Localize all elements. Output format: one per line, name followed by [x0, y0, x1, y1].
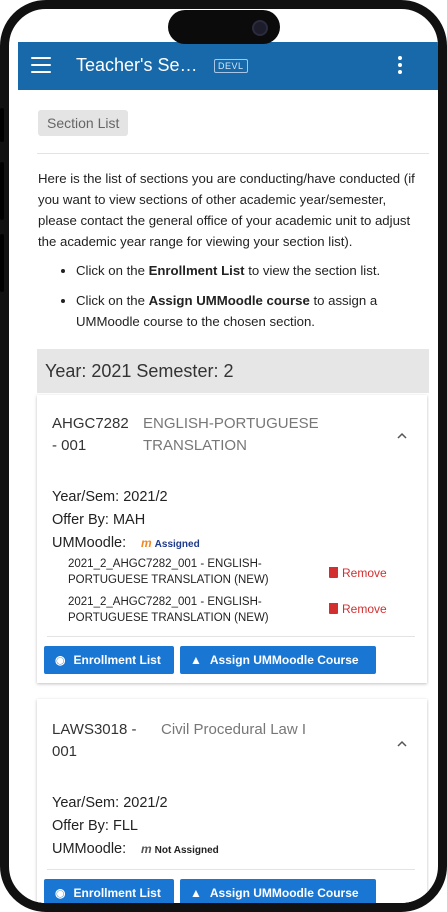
- enrollment-list-label: Enrollment List: [73, 886, 161, 900]
- ummoodle-status-text: Assigned: [154, 539, 200, 550]
- intro-text: Here is the list of sections you are con…: [38, 171, 415, 249]
- ummoodle-label: UMMoodle:: [52, 535, 127, 551]
- divider: [37, 153, 429, 154]
- offer-by-field: Offer By: MAH: [52, 512, 146, 528]
- assign-ummoodle-label: Assign UMMoodle Course: [209, 653, 359, 667]
- course-name: Civil Procedural Law I: [161, 721, 307, 738]
- remove-label: Remove: [342, 602, 387, 616]
- enrollment-list-label: Enrollment List: [73, 653, 161, 667]
- ummoodle-status-badge: m Not Assigned: [141, 842, 219, 856]
- moodle-course-entry: 2021_2_AHGC7282_001 - ENGLISH-PORTUGUESE…: [68, 596, 269, 624]
- ummoodle-label: UMMoodle:: [52, 841, 127, 857]
- ummoodle-status-badge: m Assigned: [141, 536, 200, 550]
- enrollment-list-button[interactable]: ◉ Enrollment List: [44, 879, 174, 903]
- app-title: Teacher's Se…: [76, 55, 198, 75]
- year-sem-field: Year/Sem: 2021/2: [52, 795, 168, 811]
- moodle-m-icon: m: [141, 842, 152, 856]
- course-code: LAWS3018 - 001: [52, 721, 137, 760]
- phone-frame: Teacher's Se… DEVL Section List Here is …: [0, 0, 447, 912]
- course-code: AHGC7282 - 001: [52, 415, 129, 454]
- environment-badge: DEVL: [214, 59, 248, 73]
- instruction-item: Click on the Assign UMMoodle course to a…: [76, 290, 428, 332]
- people-icon: ◉: [55, 886, 66, 900]
- moodle-m-icon: m: [141, 536, 152, 550]
- graduation-cap-icon: ▲: [190, 886, 202, 900]
- phone-side-button: [0, 162, 4, 220]
- offer-by-field: Offer By: FLL: [52, 818, 138, 834]
- card-divider: [47, 636, 415, 637]
- people-icon: ◉: [55, 653, 66, 667]
- course-name: ENGLISH-PORTUGUESE TRANSLATION: [143, 415, 319, 454]
- assign-ummoodle-label: Assign UMMoodle Course: [209, 886, 359, 900]
- assign-ummoodle-button[interactable]: ▲ Assign UMMoodle Course: [180, 646, 376, 674]
- section-card: AHGC7282 - 001 ENGLISH-PORTUGUESE TRANSL…: [37, 395, 427, 683]
- assign-ummoodle-button[interactable]: ▲ Assign UMMoodle Course: [180, 879, 376, 903]
- trash-icon: [329, 567, 338, 578]
- moodle-course-entry: 2021_2_AHGC7282_001 - ENGLISH-PORTUGUESE…: [68, 558, 269, 586]
- chevron-up-icon[interactable]: [397, 431, 407, 441]
- phone-side-button: [0, 234, 4, 292]
- ummoodle-status-text: Not Assigned: [154, 845, 219, 856]
- instruction-prefix: Click on the: [76, 293, 149, 308]
- graduation-cap-icon: ▲: [190, 653, 202, 667]
- hamburger-icon[interactable]: [31, 57, 51, 75]
- more-vert-icon[interactable]: [398, 56, 402, 77]
- camera-icon: [252, 20, 268, 36]
- remove-label: Remove: [342, 566, 387, 580]
- app-bar: Teacher's Se… DEVL: [18, 42, 438, 90]
- instruction-prefix: Click on the: [76, 263, 149, 278]
- main-content[interactable]: Section List Here is the list of section…: [27, 90, 429, 903]
- trash-icon: [329, 603, 338, 614]
- remove-button[interactable]: Remove: [329, 602, 387, 616]
- instruction-list: Click on the Enrollment List to view the…: [38, 260, 428, 341]
- instruction-item: Click on the Enrollment List to view the…: [76, 260, 428, 281]
- year-sem-field: Year/Sem: 2021/2: [52, 489, 168, 505]
- section-card: LAWS3018 - 001 Civil Procedural Law I Ye…: [37, 699, 427, 903]
- enrollment-list-button[interactable]: ◉ Enrollment List: [44, 646, 174, 674]
- instruction-suffix: to view the section list.: [244, 263, 381, 278]
- card-divider: [47, 869, 415, 870]
- year-semester-header: Year: 2021 Semester: 2: [37, 349, 429, 393]
- instruction-bold: Enrollment List: [148, 263, 245, 278]
- section-list-chip: Section List: [38, 110, 129, 136]
- chevron-up-icon[interactable]: [397, 739, 407, 749]
- remove-button[interactable]: Remove: [329, 566, 387, 580]
- instruction-bold: Assign UMMoodle course: [148, 293, 310, 308]
- phone-side-button: [0, 108, 4, 142]
